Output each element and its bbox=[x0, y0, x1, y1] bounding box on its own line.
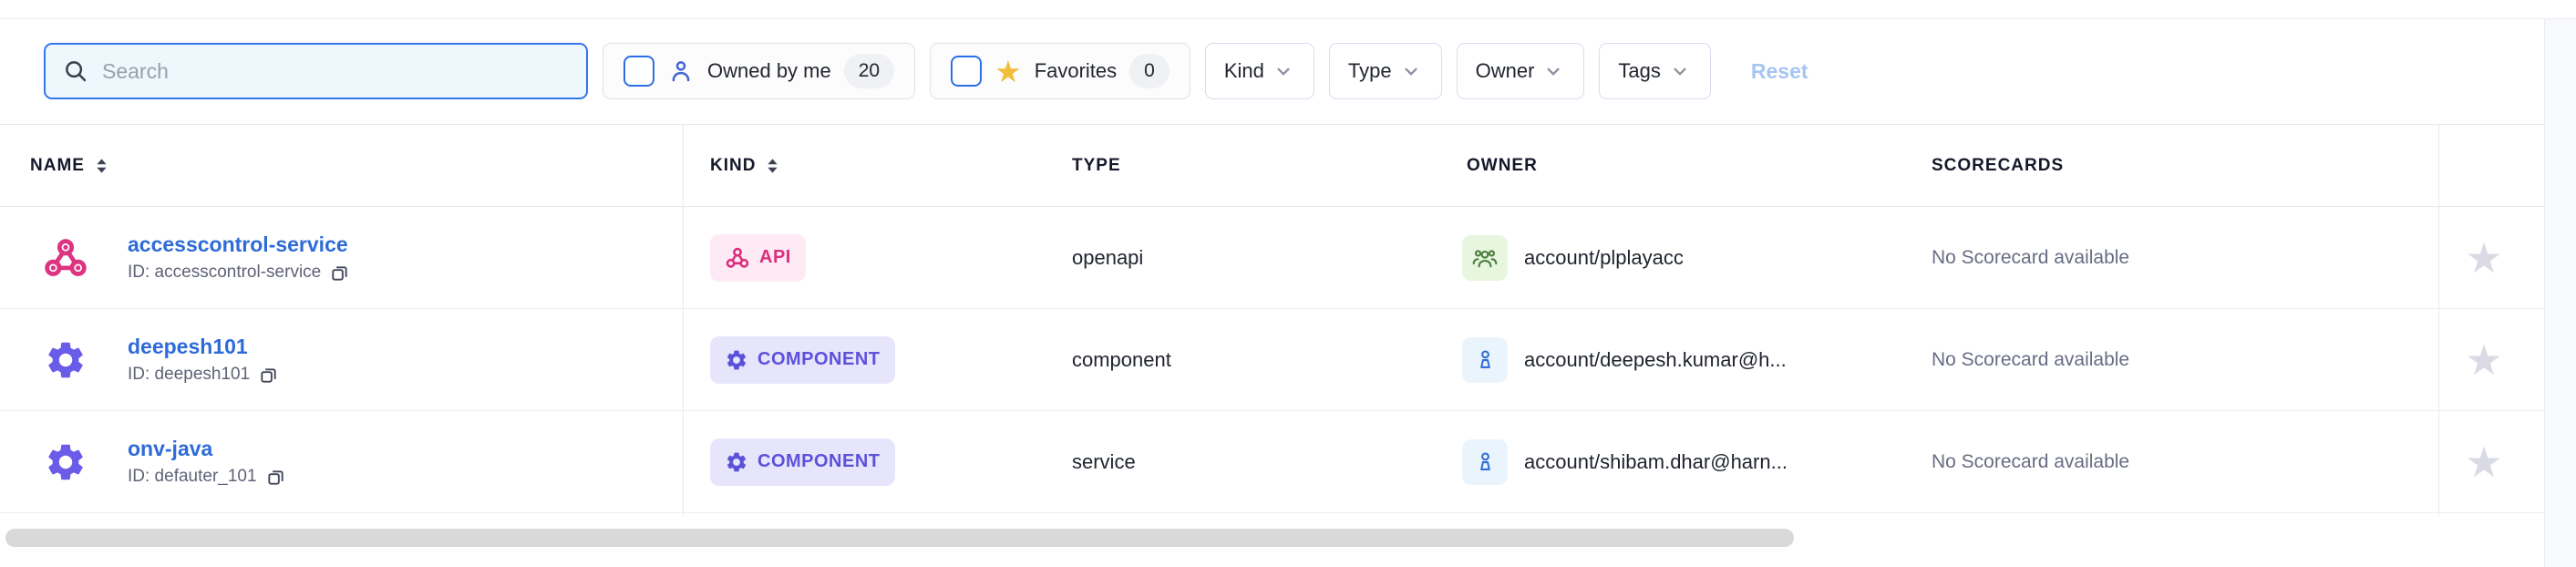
tags-filter-label: Tags bbox=[1618, 59, 1660, 83]
chevron-down-icon bbox=[1541, 59, 1565, 83]
favorites-count: 0 bbox=[1129, 54, 1170, 88]
tags-filter-dropdown[interactable]: Tags bbox=[1599, 43, 1710, 99]
user-icon bbox=[1462, 337, 1508, 383]
search-input[interactable] bbox=[102, 59, 570, 84]
kind-badge-label: COMPONENT bbox=[757, 451, 881, 472]
owner-filter-dropdown[interactable]: Owner bbox=[1457, 43, 1585, 99]
kind-filter-label: Kind bbox=[1224, 59, 1264, 83]
owner-cell: account/shibam.dhar@harn... bbox=[1462, 439, 1788, 485]
favorite-toggle-star-icon[interactable]: ★ bbox=[2452, 441, 2516, 483]
sort-icon bbox=[94, 157, 109, 175]
entity-name-link[interactable]: onv-java bbox=[128, 437, 212, 461]
type-cell: service bbox=[1072, 450, 1136, 474]
owner-cell: account/deepesh.kumar@h... bbox=[1462, 337, 1787, 383]
entity-id: ID: defauter_101 bbox=[128, 467, 257, 487]
owned-by-me-label: Owned by me bbox=[707, 59, 831, 83]
sort-icon bbox=[765, 157, 780, 175]
reset-filters-button[interactable]: Reset bbox=[1751, 59, 1808, 84]
vertical-scrollbar-gutter bbox=[2544, 19, 2576, 567]
entity-id: ID: deepesh101 bbox=[128, 365, 250, 385]
kind-badge: COMPONENT bbox=[710, 336, 895, 384]
favorite-toggle-star-icon[interactable]: ★ bbox=[2452, 237, 2516, 279]
owner-filter-label: Owner bbox=[1476, 59, 1535, 83]
kind-badge-label: COMPONENT bbox=[757, 349, 881, 370]
type-cell: component bbox=[1072, 348, 1171, 372]
search-box[interactable] bbox=[44, 43, 588, 99]
entity-id-line: ID: defauter_101 bbox=[128, 467, 286, 488]
table-row: deepesh101 ID: deepesh101 COMPONENT comp… bbox=[0, 309, 2544, 411]
type-cell: openapi bbox=[1072, 246, 1143, 270]
kind-badge-label: API bbox=[759, 247, 791, 268]
chevron-down-icon bbox=[1668, 59, 1692, 83]
gear-icon bbox=[725, 348, 748, 372]
filter-toolbar: Owned by me 20 ★ Favorites 0 Kind Type O… bbox=[0, 19, 1808, 123]
entity-id-line: ID: deepesh101 bbox=[128, 365, 279, 386]
scorecard-status: No Scorecard available bbox=[1932, 349, 2129, 371]
table-header: NAME KIND TYPE OWNER SCORECARDS bbox=[0, 124, 2544, 207]
copy-icon[interactable] bbox=[265, 467, 286, 488]
scorecard-status: No Scorecard available bbox=[1932, 451, 2129, 473]
kind-badge: API bbox=[710, 234, 806, 282]
column-header-owner: OWNER bbox=[1467, 156, 1538, 176]
search-icon bbox=[62, 57, 89, 85]
favorite-star-icon: ★ bbox=[994, 57, 1022, 87]
column-divider bbox=[2438, 124, 2439, 516]
entity-name-block: accesscontrol-service ID: accesscontrol-… bbox=[128, 232, 350, 284]
copy-icon[interactable] bbox=[258, 365, 279, 386]
person-icon bbox=[667, 57, 695, 85]
owner-cell: account/plplayacc bbox=[1462, 235, 1684, 281]
owner-name: account/shibam.dhar@harn... bbox=[1524, 450, 1788, 474]
favorites-label: Favorites bbox=[1035, 59, 1117, 83]
api-webhook-icon bbox=[725, 245, 750, 271]
type-filter-label: Type bbox=[1348, 59, 1392, 83]
column-header-type: TYPE bbox=[1072, 156, 1121, 176]
chevron-down-icon bbox=[1272, 59, 1295, 83]
entity-name-link[interactable]: accesscontrol-service bbox=[128, 232, 348, 257]
entity-name-block: onv-java ID: defauter_101 bbox=[128, 437, 286, 488]
type-filter-dropdown[interactable]: Type bbox=[1329, 43, 1442, 99]
entity-id: ID: accesscontrol-service bbox=[128, 263, 321, 283]
entity-name-block: deepesh101 ID: deepesh101 bbox=[128, 335, 279, 386]
column-header-kind[interactable]: KIND bbox=[710, 156, 780, 176]
favorites-filter-button[interactable]: ★ Favorites 0 bbox=[930, 43, 1190, 99]
kind-badge: COMPONENT bbox=[710, 438, 895, 486]
owner-name: account/deepesh.kumar@h... bbox=[1524, 348, 1787, 372]
entity-id-line: ID: accesscontrol-service bbox=[128, 263, 350, 284]
horizontal-scrollbar-thumb[interactable] bbox=[5, 529, 1794, 547]
owned-by-me-filter-button[interactable]: Owned by me 20 bbox=[603, 43, 915, 99]
group-icon bbox=[1462, 235, 1508, 281]
gear-icon bbox=[40, 338, 91, 382]
copy-icon[interactable] bbox=[329, 263, 350, 284]
catalog-table: NAME KIND TYPE OWNER SCORECARDS bbox=[0, 124, 2544, 513]
favorites-checkbox[interactable] bbox=[951, 56, 982, 87]
chevron-down-icon bbox=[1399, 59, 1423, 83]
table-row: onv-java ID: defauter_101 COMPONENT serv… bbox=[0, 411, 2544, 513]
column-header-scorecards: SCORECARDS bbox=[1932, 156, 2064, 176]
user-icon bbox=[1462, 439, 1508, 485]
api-webhook-icon bbox=[40, 234, 91, 282]
table-row: accesscontrol-service ID: accesscontrol-… bbox=[0, 207, 2544, 309]
entity-name-link[interactable]: deepesh101 bbox=[128, 335, 248, 359]
gear-icon bbox=[40, 440, 91, 484]
scorecard-status: No Scorecard available bbox=[1932, 247, 2129, 269]
kind-filter-dropdown[interactable]: Kind bbox=[1205, 43, 1314, 99]
column-header-name[interactable]: NAME bbox=[30, 156, 109, 176]
owner-name: account/plplayacc bbox=[1524, 246, 1684, 270]
favorite-toggle-star-icon[interactable]: ★ bbox=[2452, 339, 2516, 381]
column-divider bbox=[683, 124, 684, 516]
owned-by-me-count: 20 bbox=[844, 54, 894, 88]
catalog-page: Owned by me 20 ★ Favorites 0 Kind Type O… bbox=[0, 0, 2576, 567]
gear-icon bbox=[725, 450, 748, 474]
owned-by-me-checkbox[interactable] bbox=[623, 56, 654, 87]
